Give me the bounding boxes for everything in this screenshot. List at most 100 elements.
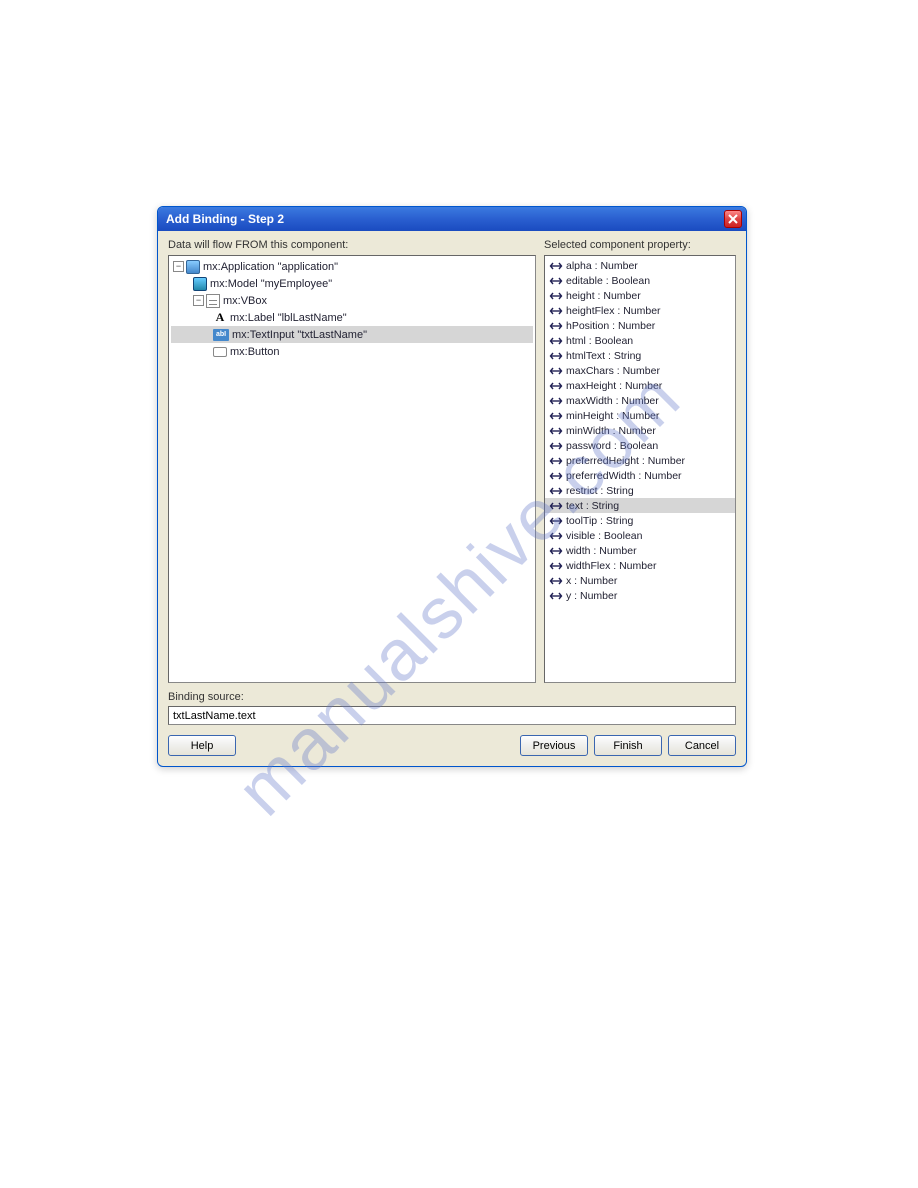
binding-source-label: Binding source: bbox=[168, 691, 736, 703]
property-row[interactable]: y : Number bbox=[545, 588, 735, 603]
component-tree-panel: − mx:Application "application" mx:Model … bbox=[168, 255, 536, 683]
binding-arrow-icon bbox=[549, 486, 563, 496]
property-label: widthFlex : Number bbox=[566, 560, 656, 572]
binding-arrow-icon bbox=[549, 411, 563, 421]
property-row[interactable]: width : Number bbox=[545, 543, 735, 558]
button-icon bbox=[213, 347, 227, 357]
property-label: width : Number bbox=[566, 545, 637, 557]
tree-node-label: mx:VBox bbox=[223, 295, 267, 307]
binding-arrow-icon bbox=[549, 501, 563, 511]
component-tree[interactable]: − mx:Application "application" mx:Model … bbox=[169, 256, 535, 362]
tree-node-label-component[interactable]: A mx:Label "lblLastName" bbox=[171, 309, 533, 326]
cancel-button[interactable]: Cancel bbox=[668, 735, 736, 756]
property-row[interactable]: password : Boolean bbox=[545, 438, 735, 453]
binding-arrow-icon bbox=[549, 291, 563, 301]
binding-arrow-icon bbox=[549, 546, 563, 556]
property-row[interactable]: maxWidth : Number bbox=[545, 393, 735, 408]
binding-arrow-icon bbox=[549, 531, 563, 541]
property-label: height : Number bbox=[566, 290, 641, 302]
previous-button[interactable]: Previous bbox=[520, 735, 588, 756]
tree-node-button-component[interactable]: mx:Button bbox=[171, 343, 533, 360]
binding-arrow-icon bbox=[549, 471, 563, 481]
property-list[interactable]: alpha : Number editable : Boolean height :… bbox=[545, 256, 735, 605]
model-icon bbox=[193, 277, 207, 291]
property-row[interactable]: height : Number bbox=[545, 288, 735, 303]
binding-source-input[interactable] bbox=[168, 706, 736, 725]
binding-arrow-icon bbox=[549, 591, 563, 601]
property-label: heightFlex : Number bbox=[566, 305, 661, 317]
close-button[interactable] bbox=[724, 210, 742, 228]
binding-arrow-icon bbox=[549, 366, 563, 376]
property-row[interactable]: toolTip : String bbox=[545, 513, 735, 528]
application-icon bbox=[186, 260, 200, 274]
window-title: Add Binding - Step 2 bbox=[166, 212, 284, 226]
tree-node-label: mx:Label "lblLastName" bbox=[230, 312, 347, 324]
dialog-body: Data will flow FROM this component: − mx… bbox=[158, 231, 746, 766]
binding-arrow-icon bbox=[549, 276, 563, 286]
property-label: x : Number bbox=[566, 575, 617, 587]
property-label: maxHeight : Number bbox=[566, 380, 662, 392]
vbox-icon bbox=[206, 294, 220, 308]
tree-node-vbox[interactable]: − mx:VBox bbox=[171, 292, 533, 309]
tree-node-application[interactable]: − mx:Application "application" bbox=[171, 258, 533, 275]
binding-arrow-icon bbox=[549, 351, 563, 361]
label-icon: A bbox=[213, 311, 227, 325]
property-label: minWidth : Number bbox=[566, 425, 656, 437]
finish-button[interactable]: Finish bbox=[594, 735, 662, 756]
property-row[interactable]: text : String bbox=[545, 498, 735, 513]
property-row[interactable]: hPosition : Number bbox=[545, 318, 735, 333]
property-label: y : Number bbox=[566, 590, 617, 602]
property-label: text : String bbox=[566, 500, 619, 512]
binding-arrow-icon bbox=[549, 516, 563, 526]
binding-arrow-icon bbox=[549, 396, 563, 406]
property-row[interactable]: minHeight : Number bbox=[545, 408, 735, 423]
tree-node-label: mx:Application "application" bbox=[203, 261, 338, 273]
property-label: toolTip : String bbox=[566, 515, 633, 527]
property-label: editable : Boolean bbox=[566, 275, 650, 287]
property-row[interactable]: minWidth : Number bbox=[545, 423, 735, 438]
property-label: password : Boolean bbox=[566, 440, 658, 452]
dialog-add-binding: Add Binding - Step 2 Data will flow FROM… bbox=[157, 206, 747, 767]
tree-node-label: mx:TextInput "txtLastName" bbox=[232, 329, 367, 341]
binding-arrow-icon bbox=[549, 381, 563, 391]
tree-node-label: mx:Button bbox=[230, 346, 280, 358]
property-row[interactable]: heightFlex : Number bbox=[545, 303, 735, 318]
property-label: preferredWidth : Number bbox=[566, 470, 682, 482]
binding-arrow-icon bbox=[549, 306, 563, 316]
property-row[interactable]: editable : Boolean bbox=[545, 273, 735, 288]
binding-arrow-icon bbox=[549, 576, 563, 586]
binding-arrow-icon bbox=[549, 456, 563, 466]
binding-arrow-icon bbox=[549, 336, 563, 346]
right-panel-label: Selected component property: bbox=[544, 239, 736, 251]
tree-node-label: mx:Model "myEmployee" bbox=[210, 278, 332, 290]
property-row[interactable]: htmlText : String bbox=[545, 348, 735, 363]
property-row[interactable]: visible : Boolean bbox=[545, 528, 735, 543]
close-icon bbox=[728, 214, 738, 224]
property-row[interactable]: restrict : String bbox=[545, 483, 735, 498]
left-panel-label: Data will flow FROM this component: bbox=[168, 239, 536, 251]
property-label: minHeight : Number bbox=[566, 410, 659, 422]
property-label: alpha : Number bbox=[566, 260, 638, 272]
property-label: hPosition : Number bbox=[566, 320, 655, 332]
property-row[interactable]: preferredHeight : Number bbox=[545, 453, 735, 468]
property-row[interactable]: html : Boolean bbox=[545, 333, 735, 348]
expander-minus-icon[interactable]: − bbox=[173, 261, 184, 272]
property-row[interactable]: preferredWidth : Number bbox=[545, 468, 735, 483]
binding-arrow-icon bbox=[549, 561, 563, 571]
binding-arrow-icon bbox=[549, 426, 563, 436]
property-row[interactable]: maxChars : Number bbox=[545, 363, 735, 378]
property-label: maxChars : Number bbox=[566, 365, 660, 377]
property-label: maxWidth : Number bbox=[566, 395, 659, 407]
property-list-panel: alpha : Number editable : Boolean height :… bbox=[544, 255, 736, 683]
tree-node-textinput[interactable]: abI mx:TextInput "txtLastName" bbox=[171, 326, 533, 343]
expander-minus-icon[interactable]: − bbox=[193, 295, 204, 306]
property-row[interactable]: maxHeight : Number bbox=[545, 378, 735, 393]
property-row[interactable]: alpha : Number bbox=[545, 258, 735, 273]
binding-arrow-icon bbox=[549, 261, 563, 271]
property-row[interactable]: x : Number bbox=[545, 573, 735, 588]
property-label: restrict : String bbox=[566, 485, 634, 497]
textinput-icon: abI bbox=[213, 329, 229, 341]
help-button[interactable]: Help bbox=[168, 735, 236, 756]
tree-node-model[interactable]: mx:Model "myEmployee" bbox=[171, 275, 533, 292]
property-row[interactable]: widthFlex : Number bbox=[545, 558, 735, 573]
